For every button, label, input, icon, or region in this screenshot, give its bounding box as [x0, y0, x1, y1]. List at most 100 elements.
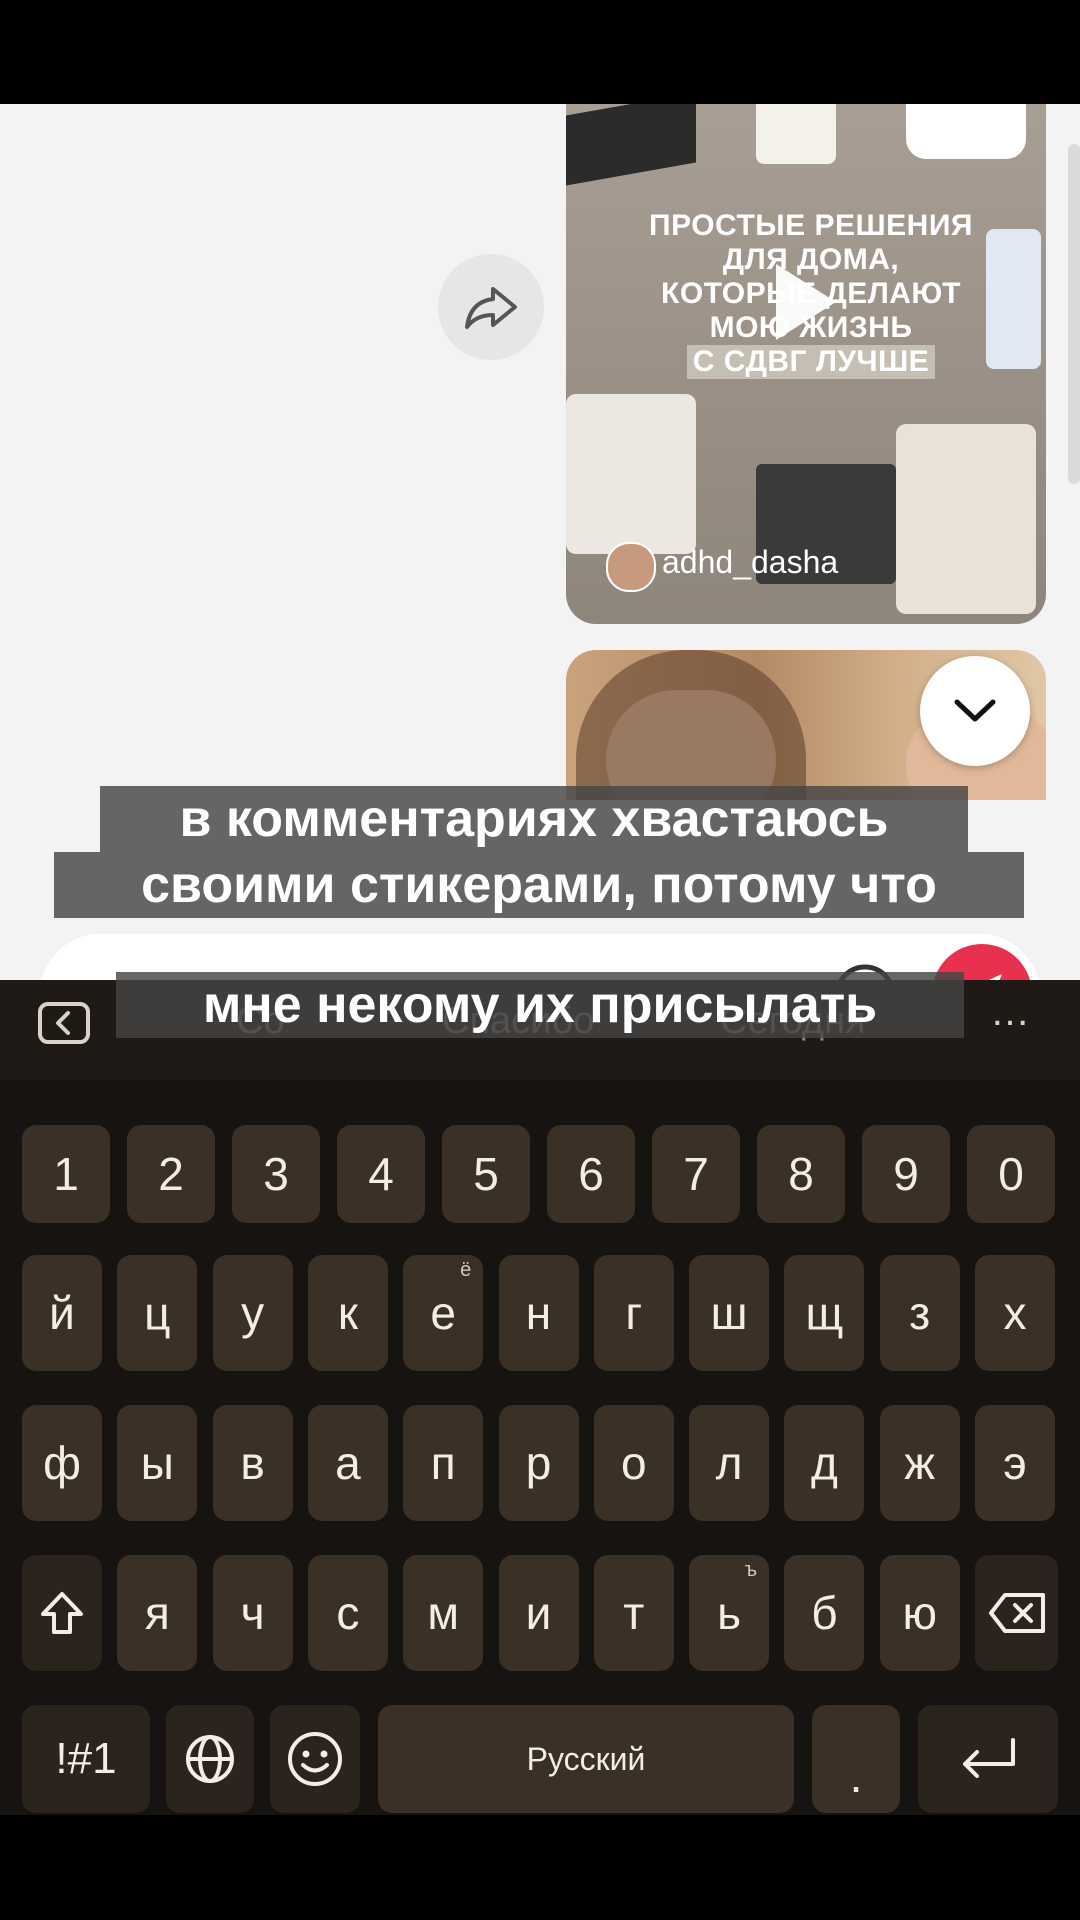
key-л-label: л [715, 1437, 743, 1489]
key-е[interactable]: её [403, 1255, 484, 1371]
key-4-label: 4 [368, 1148, 394, 1200]
key-6[interactable]: 6 [547, 1125, 635, 1223]
key-ж[interactable]: ж [879, 1405, 960, 1521]
key-и[interactable]: и [498, 1555, 579, 1671]
chat-area[interactable]: ПРОСТЫЕ РЕШЕНИЯ ДЛЯ ДОМА, КОТОРЫЕ ДЕЛАЮТ… [0, 104, 1080, 980]
key-0[interactable]: 0 [967, 1125, 1055, 1223]
scroll-to-bottom-button[interactable] [920, 656, 1030, 766]
more-options-icon[interactable]: … [990, 990, 1032, 1035]
backspace-key[interactable] [975, 1555, 1058, 1671]
key-ь[interactable]: ьъ [689, 1555, 770, 1671]
key-о[interactable]: о [593, 1405, 674, 1521]
key-х-label: х [1003, 1287, 1027, 1339]
key-5[interactable]: 5 [442, 1125, 530, 1223]
key-в-label: в [240, 1437, 265, 1489]
play-icon[interactable] [776, 264, 836, 340]
navigation-bar [0, 1815, 1080, 1920]
smiley-icon [288, 1732, 342, 1786]
key-ц-label: ц [144, 1287, 171, 1339]
key-б-label: б [811, 1587, 838, 1639]
key-с[interactable]: с [307, 1555, 388, 1671]
key-2[interactable]: 2 [127, 1125, 215, 1223]
key-л[interactable]: л [689, 1405, 770, 1521]
scrollbar[interactable] [1068, 144, 1080, 484]
key-р[interactable]: р [498, 1405, 579, 1521]
key-ф[interactable]: ф [22, 1405, 102, 1521]
key-3[interactable]: 3 [232, 1125, 320, 1223]
key-9[interactable]: 9 [862, 1125, 950, 1223]
suggestion-bar: Со Спасибо Сегодня … [0, 980, 1080, 1080]
sticker-button[interactable] [830, 960, 900, 980]
key-в[interactable]: в [212, 1405, 293, 1521]
key-б[interactable]: б [784, 1555, 865, 1671]
space-key[interactable]: Русский [378, 1705, 794, 1813]
key-м-label: м [427, 1587, 459, 1639]
key-щ[interactable]: щ [784, 1255, 865, 1371]
shift-key[interactable] [22, 1555, 102, 1671]
video-thumbnail-object [566, 394, 696, 554]
key-ю[interactable]: ю [879, 1555, 960, 1671]
key-д-label: д [810, 1437, 838, 1489]
key-ш-label: ш [710, 1287, 748, 1339]
key-р-label: р [525, 1437, 552, 1489]
status-bar [0, 0, 1080, 104]
key-з[interactable]: з [879, 1255, 960, 1371]
send-icon [988, 974, 1002, 980]
key-2-label: 2 [158, 1148, 184, 1200]
key-и-label: и [525, 1587, 552, 1639]
video-thumbnail-object [756, 104, 836, 164]
globe-icon [186, 1735, 234, 1783]
key-п-label: п [430, 1437, 456, 1489]
video-username: adhd_dasha [662, 544, 839, 580]
key-ч-label: ч [240, 1587, 265, 1639]
key-ц[interactable]: ц [117, 1255, 198, 1371]
key-п[interactable]: п [403, 1405, 484, 1521]
key-ш[interactable]: ш [689, 1255, 770, 1371]
key-7[interactable]: 7 [652, 1125, 740, 1223]
enter-key[interactable] [918, 1705, 1058, 1813]
key-е-label: е [430, 1287, 456, 1339]
return-icon [963, 1738, 1015, 1778]
video-thumbnail-object [566, 104, 696, 186]
video-thumbnail-object [896, 424, 1036, 614]
message-input-row: C| [0, 934, 1080, 980]
key-ы[interactable]: ы [117, 1405, 198, 1521]
emoji-icon [838, 964, 892, 980]
key-5-label: 5 [473, 1148, 499, 1200]
period-key[interactable]: . [812, 1705, 900, 1813]
key-ю-label: ю [902, 1587, 937, 1639]
key-й[interactable]: й [22, 1255, 102, 1371]
suggestion-3[interactable]: Сегодня [720, 1000, 866, 1043]
key-0-label: 0 [998, 1148, 1024, 1200]
key-ь-alt-label: ъ [744, 1559, 758, 1581]
share-button[interactable] [438, 254, 544, 360]
key-1[interactable]: 1 [22, 1125, 110, 1223]
suggestion-2[interactable]: Спасибо [442, 1000, 594, 1043]
key-щ-label: щ [805, 1287, 844, 1339]
key-е-alt-label: ё [460, 1259, 472, 1281]
suggestion-1[interactable]: Со [236, 1000, 285, 1043]
key-г[interactable]: г [593, 1255, 674, 1371]
keyboard-toolbar-back-icon[interactable] [38, 1002, 90, 1044]
key-ь-label: ь [717, 1587, 742, 1639]
key-д[interactable]: д [784, 1405, 865, 1521]
key-ч[interactable]: ч [212, 1555, 293, 1671]
key-8[interactable]: 8 [757, 1125, 845, 1223]
emoji-key[interactable] [270, 1705, 360, 1813]
key-я[interactable]: я [117, 1555, 198, 1671]
shift-icon [41, 1592, 83, 1634]
key-4[interactable]: 4 [337, 1125, 425, 1223]
key-а[interactable]: а [307, 1405, 388, 1521]
key-ф-label: ф [43, 1437, 81, 1489]
shared-video-card[interactable]: ПРОСТЫЕ РЕШЕНИЯ ДЛЯ ДОМА, КОТОРЫЕ ДЕЛАЮТ… [566, 104, 1046, 624]
symbols-key[interactable]: !#1 [22, 1705, 150, 1813]
key-м[interactable]: м [403, 1555, 484, 1671]
key-х[interactable]: х [975, 1255, 1055, 1371]
key-у[interactable]: у [212, 1255, 293, 1371]
key-к[interactable]: к [307, 1255, 388, 1371]
key-о-label: о [621, 1437, 647, 1489]
language-key[interactable] [166, 1705, 254, 1813]
key-н[interactable]: н [498, 1255, 579, 1371]
key-э[interactable]: э [975, 1405, 1055, 1521]
key-т[interactable]: т [593, 1555, 674, 1671]
